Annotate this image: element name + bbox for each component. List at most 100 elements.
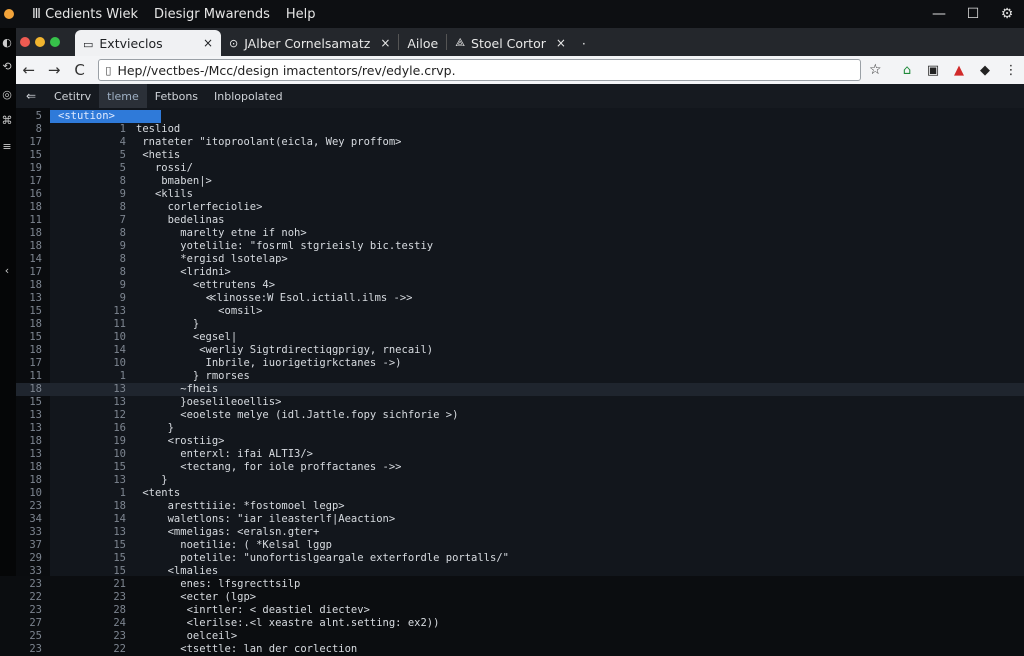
- code-line[interactable]: 13 10 enterxl: ifai ALTI3/>: [16, 448, 1024, 461]
- code-line[interactable]: 17 10 Inbrile, iuorigetigrkctanes ->): [16, 357, 1024, 370]
- code-line[interactable]: 34 14 waletlons: "iar ileasterlf|Aeaction…: [16, 513, 1024, 526]
- code-line[interactable]: 18 8 corlerfeciolie>: [16, 201, 1024, 214]
- code-text: <lerilse:.<l xeastre alnt.setting: ex2)): [136, 617, 440, 629]
- rail-icon-3[interactable]: ◎: [1, 88, 13, 101]
- code-line[interactable]: 15 13 }oeselileoellis>: [16, 396, 1024, 409]
- code-line[interactable]: 15 13 <omsil>: [16, 305, 1024, 318]
- code-line[interactable]: 18 13 ~fheis: [16, 383, 1024, 396]
- code-line[interactable]: 15 10 <egsel|: [16, 331, 1024, 344]
- browser-tab[interactable]: ⟁ Stoel Cortor ×: [447, 30, 574, 56]
- code-line[interactable]: 33 15 <lmalies: [16, 565, 1024, 578]
- code-line[interactable]: 23 21 enes: lfsgrecttsilp: [16, 578, 1024, 591]
- zoom-window-icon[interactable]: [50, 37, 60, 47]
- code-line[interactable]: 37 15 noetilie: ( *Kelsal lggp: [16, 539, 1024, 552]
- code-text: <inrtler: < deastiel diectev>: [136, 604, 370, 616]
- code-line[interactable]: 16 9 <klils: [16, 188, 1024, 201]
- home-extension-icon[interactable]: ⌂: [894, 63, 920, 78]
- forward-button[interactable]: →: [41, 61, 66, 79]
- code-line[interactable]: 17 8 <lridni>: [16, 266, 1024, 279]
- code-line[interactable]: 33 13 <mmeligas: <eralsn.gter+: [16, 526, 1024, 539]
- code-line[interactable]: 18 14 <werliy Sigtrdirectiqgprigy, rnecai…: [16, 344, 1024, 357]
- code-line[interactable]: 18 13 }: [16, 474, 1024, 487]
- minimize-window-icon[interactable]: [35, 37, 45, 47]
- rail-icon-2[interactable]: ⟲: [1, 60, 13, 73]
- line-number: 34: [29, 513, 42, 525]
- code-line[interactable]: 8 1 tesliod: [16, 123, 1024, 136]
- code-line[interactable]: 11 1 } rmorses: [16, 370, 1024, 383]
- rail-icon-6[interactable]: ‹: [1, 264, 13, 277]
- browser-tab[interactable]: Ailoe: [399, 30, 446, 56]
- code-line[interactable]: 10 1 <tents: [16, 487, 1024, 500]
- code-line[interactable]: 13 12 <eoelste melye (idl.Jattle.fopy sic…: [16, 409, 1024, 422]
- close-tab-icon[interactable]: ×: [203, 36, 213, 50]
- code-line[interactable]: 14 8 *ergisd lsotelap>: [16, 253, 1024, 266]
- menu-icon[interactable]: ⋮: [998, 63, 1024, 78]
- code-line[interactable]: 19 5 rossi/: [16, 162, 1024, 175]
- line-number: 15: [29, 305, 42, 317]
- editor-tab[interactable]: Inblopolated: [206, 84, 291, 108]
- warning-extension-icon[interactable]: ▲: [946, 63, 972, 78]
- code-line[interactable]: 13 9 ≪linosse:W Esol.ictiall.ilms ->>: [16, 292, 1024, 305]
- indent-number: 5: [119, 149, 126, 161]
- page-info-icon[interactable]: ▯: [105, 64, 111, 77]
- code-line[interactable]: 17 8 bmaben|>: [16, 175, 1024, 188]
- editor-tab-bar: ⇐ Cetitrv tleme Fetbons Inblopolated: [16, 84, 1024, 108]
- close-window-icon[interactable]: [20, 37, 30, 47]
- new-tab-button[interactable]: ·: [574, 30, 594, 56]
- editor-tab-active[interactable]: tleme: [99, 84, 147, 108]
- code-line[interactable]: 18 9 <ettrutens 4>: [16, 279, 1024, 292]
- indent-number: 10: [113, 331, 126, 343]
- code-line[interactable]: 11 7 bedelinas: [16, 214, 1024, 227]
- selected-code-line[interactable]: 5 <stution>: [16, 110, 1024, 123]
- code-text: <omsil>: [136, 305, 263, 317]
- close-tab-icon[interactable]: ×: [556, 36, 566, 50]
- indent-number: 13: [113, 526, 126, 538]
- reload-button[interactable]: C: [67, 61, 92, 79]
- settings-icon[interactable]: ⚙: [990, 6, 1024, 22]
- indent-number: 12: [113, 409, 126, 421]
- back-button[interactable]: ←: [16, 61, 41, 79]
- indent-number: 9: [119, 188, 126, 200]
- editor-tab[interactable]: Fetbons: [147, 84, 206, 108]
- code-area[interactable]: 5 <stution> 8 1 tesliod 17 4 rnateter "itoproo…: [16, 108, 1024, 655]
- code-line[interactable]: 18 15 <tectang, for iole proffactanes ->>: [16, 461, 1024, 474]
- code-line[interactable]: 22 23 <ecter (lgp>: [16, 591, 1024, 604]
- lock-extension-icon[interactable]: ▣: [920, 63, 946, 78]
- shield-extension-icon[interactable]: ◆: [972, 63, 998, 78]
- rail-icon-4[interactable]: ⌘: [1, 114, 13, 127]
- browser-toolbar: ← → C ▯ Hep//vectbes-/Mcc/design imacten…: [16, 56, 1024, 84]
- code-line[interactable]: 18 9 yotelilie: "fosrml stgrieisly bic.te…: [16, 240, 1024, 253]
- code-line[interactable]: 23 28 <inrtler: < deastiel diectev>: [16, 604, 1024, 617]
- maximize-icon[interactable]: ☐: [956, 6, 990, 22]
- menu-item-help[interactable]: Help: [286, 7, 316, 22]
- address-bar[interactable]: ▯ Hep//vectbes-/Mcc/design imactentors/r…: [98, 59, 861, 81]
- minimize-icon[interactable]: —: [922, 6, 956, 22]
- code-line[interactable]: 17 4 rnateter "itoproolant(eicla, Wey pro…: [16, 136, 1024, 149]
- browser-tab-active[interactable]: ▭ Extvieclos ×: [75, 30, 221, 56]
- line-number: 18: [29, 227, 42, 239]
- code-line[interactable]: 23 22 <tsettle: lan der corlection: [16, 643, 1024, 656]
- code-line[interactable]: 13 16 }: [16, 422, 1024, 435]
- code-line[interactable]: 23 18 aresttiiie: *fostomoel legp>: [16, 500, 1024, 513]
- code-line[interactable]: 29 15 potelile: "unofortislgeargale exter…: [16, 552, 1024, 565]
- menu-item-design[interactable]: Diesigr Mwarends: [154, 7, 270, 22]
- editor-tab[interactable]: Cetitrv: [46, 84, 99, 108]
- browser-tab[interactable]: ⊙ JAlber Cornelsamatz ×: [221, 30, 398, 56]
- code-line[interactable]: 18 19 <rostiig>: [16, 435, 1024, 448]
- code-line[interactable]: 25 23 oelceil>: [16, 630, 1024, 643]
- bookmark-star-icon[interactable]: ☆: [863, 62, 888, 78]
- line-number: 23: [29, 578, 42, 590]
- code-line[interactable]: 18 8 marelty etne if noh>: [16, 227, 1024, 240]
- line-number: 13: [29, 448, 42, 460]
- rail-icon-5[interactable]: ≡: [1, 140, 13, 153]
- line-number: 18: [29, 435, 42, 447]
- code-line[interactable]: 18 11 }: [16, 318, 1024, 331]
- menu-item-file[interactable]: Ⅲ Cedients Wiek: [32, 7, 138, 22]
- indent-number: 13: [113, 305, 126, 317]
- collapse-panel-icon[interactable]: ⇐: [16, 89, 46, 103]
- code-line[interactable]: 15 5 <hetis: [16, 149, 1024, 162]
- line-number: 17: [29, 175, 42, 187]
- rail-icon-1[interactable]: ◐: [1, 36, 13, 49]
- code-line[interactable]: 27 24 <lerilse:.<l xeastre alnt.setting: …: [16, 617, 1024, 630]
- close-tab-icon[interactable]: ×: [380, 36, 390, 50]
